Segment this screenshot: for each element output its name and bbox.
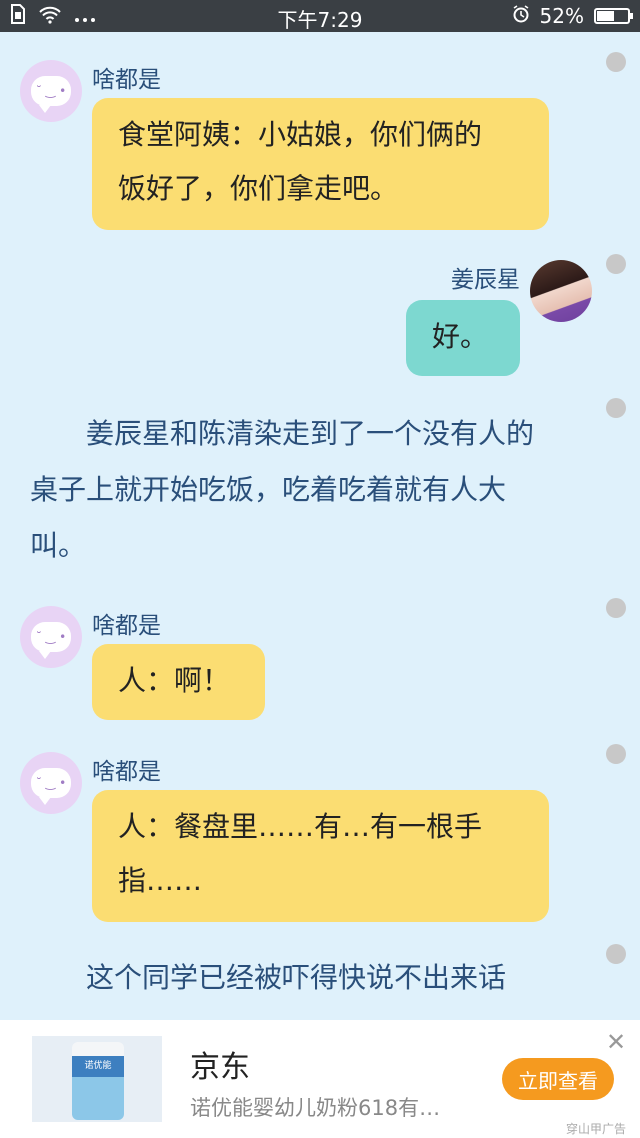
chat-bubble[interactable]: 食堂阿姨：小姑娘，你们俩的 饭好了，你们拿走吧。 [92, 98, 549, 230]
narration-text: 这个同学已经被吓得快说不出来话 [30, 950, 600, 1006]
battery-percent: 52% [539, 4, 584, 28]
message-dot[interactable] [606, 944, 626, 964]
status-right-icons: 52% [512, 4, 633, 28]
chat-bubble-icon: ˘ ‿ • [31, 76, 71, 113]
narration-line: 姜辰星和陈清染走到了一个没有人的 [86, 417, 535, 450]
message-dot[interactable] [606, 52, 626, 72]
message-line: 人：餐盘里……有…有一根手 [118, 810, 483, 843]
narration-line: 叫。 [30, 529, 87, 562]
message-dot[interactable] [606, 398, 626, 418]
sender-name: 啥都是 [92, 613, 161, 639]
ad-banner[interactable]: 诺优能 京东 诺优能婴幼儿奶粉618有… 立即查看 ✕ 穿山甲广告 [0, 1020, 640, 1138]
ad-product-image[interactable]: 诺优能 [32, 1036, 162, 1122]
message-line: 食堂阿姨：小姑娘，你们俩的 [118, 118, 483, 151]
message-dot[interactable] [606, 254, 626, 274]
avatar[interactable]: ˘ ‿ • [20, 60, 82, 122]
battery-fill [597, 11, 614, 21]
chat-bubble-icon: ˘ ‿ • [31, 768, 71, 805]
chat-bubble-icon: ˘ ‿ • [31, 622, 71, 659]
sender-name: 啥都是 [92, 759, 161, 785]
message-dot[interactable] [606, 744, 626, 764]
chat-bubble[interactable]: 人：餐盘里……有…有一根手 指…… [92, 790, 549, 922]
chat-bubble[interactable]: 好。 [406, 300, 520, 376]
sender-name: 姜辰星 [451, 267, 520, 293]
chat-area[interactable]: ˘ ‿ • 啥都是 食堂阿姨：小姑娘，你们俩的 饭好了，你们拿走吧。 姜辰星 好… [0, 32, 640, 1020]
message-line: 好。 [432, 320, 489, 353]
milk-can-icon: 诺优能 [72, 1042, 124, 1120]
ad-source-label: 穿山甲广告 [566, 1122, 627, 1136]
message-line: 人：啊！ [118, 664, 231, 697]
alarm-icon [512, 4, 530, 28]
avatar[interactable] [530, 260, 592, 322]
ad-title[interactable]: 京东 [190, 1042, 250, 1086]
message-line: 指…… [118, 864, 203, 897]
view-now-button[interactable]: 立即查看 [502, 1058, 614, 1100]
close-icon[interactable]: ✕ [606, 1028, 626, 1056]
product-label: 诺优能 [84, 1061, 112, 1071]
chat-bubble[interactable]: 人：啊！ [92, 644, 265, 720]
narration-line: 这个同学已经被吓得快说不出来话 [86, 961, 507, 994]
message-dot[interactable] [606, 598, 626, 618]
narration-line: 桌子上就开始吃饭，吃着吃着就有人大 [30, 473, 507, 506]
sender-name: 啥都是 [92, 67, 161, 93]
status-bar: 下午7:29 52% [0, 0, 640, 32]
ad-description[interactable]: 诺优能婴幼儿奶粉618有… [190, 1092, 440, 1122]
narration-text: 姜辰星和陈清染走到了一个没有人的 桌子上就开始吃饭，吃着吃着就有人大 叫。 [30, 406, 600, 574]
message-line: 饭好了，你们拿走吧。 [118, 172, 399, 205]
avatar[interactable]: ˘ ‿ • [20, 606, 82, 668]
battery-icon [594, 8, 633, 24]
avatar[interactable]: ˘ ‿ • [20, 752, 82, 814]
